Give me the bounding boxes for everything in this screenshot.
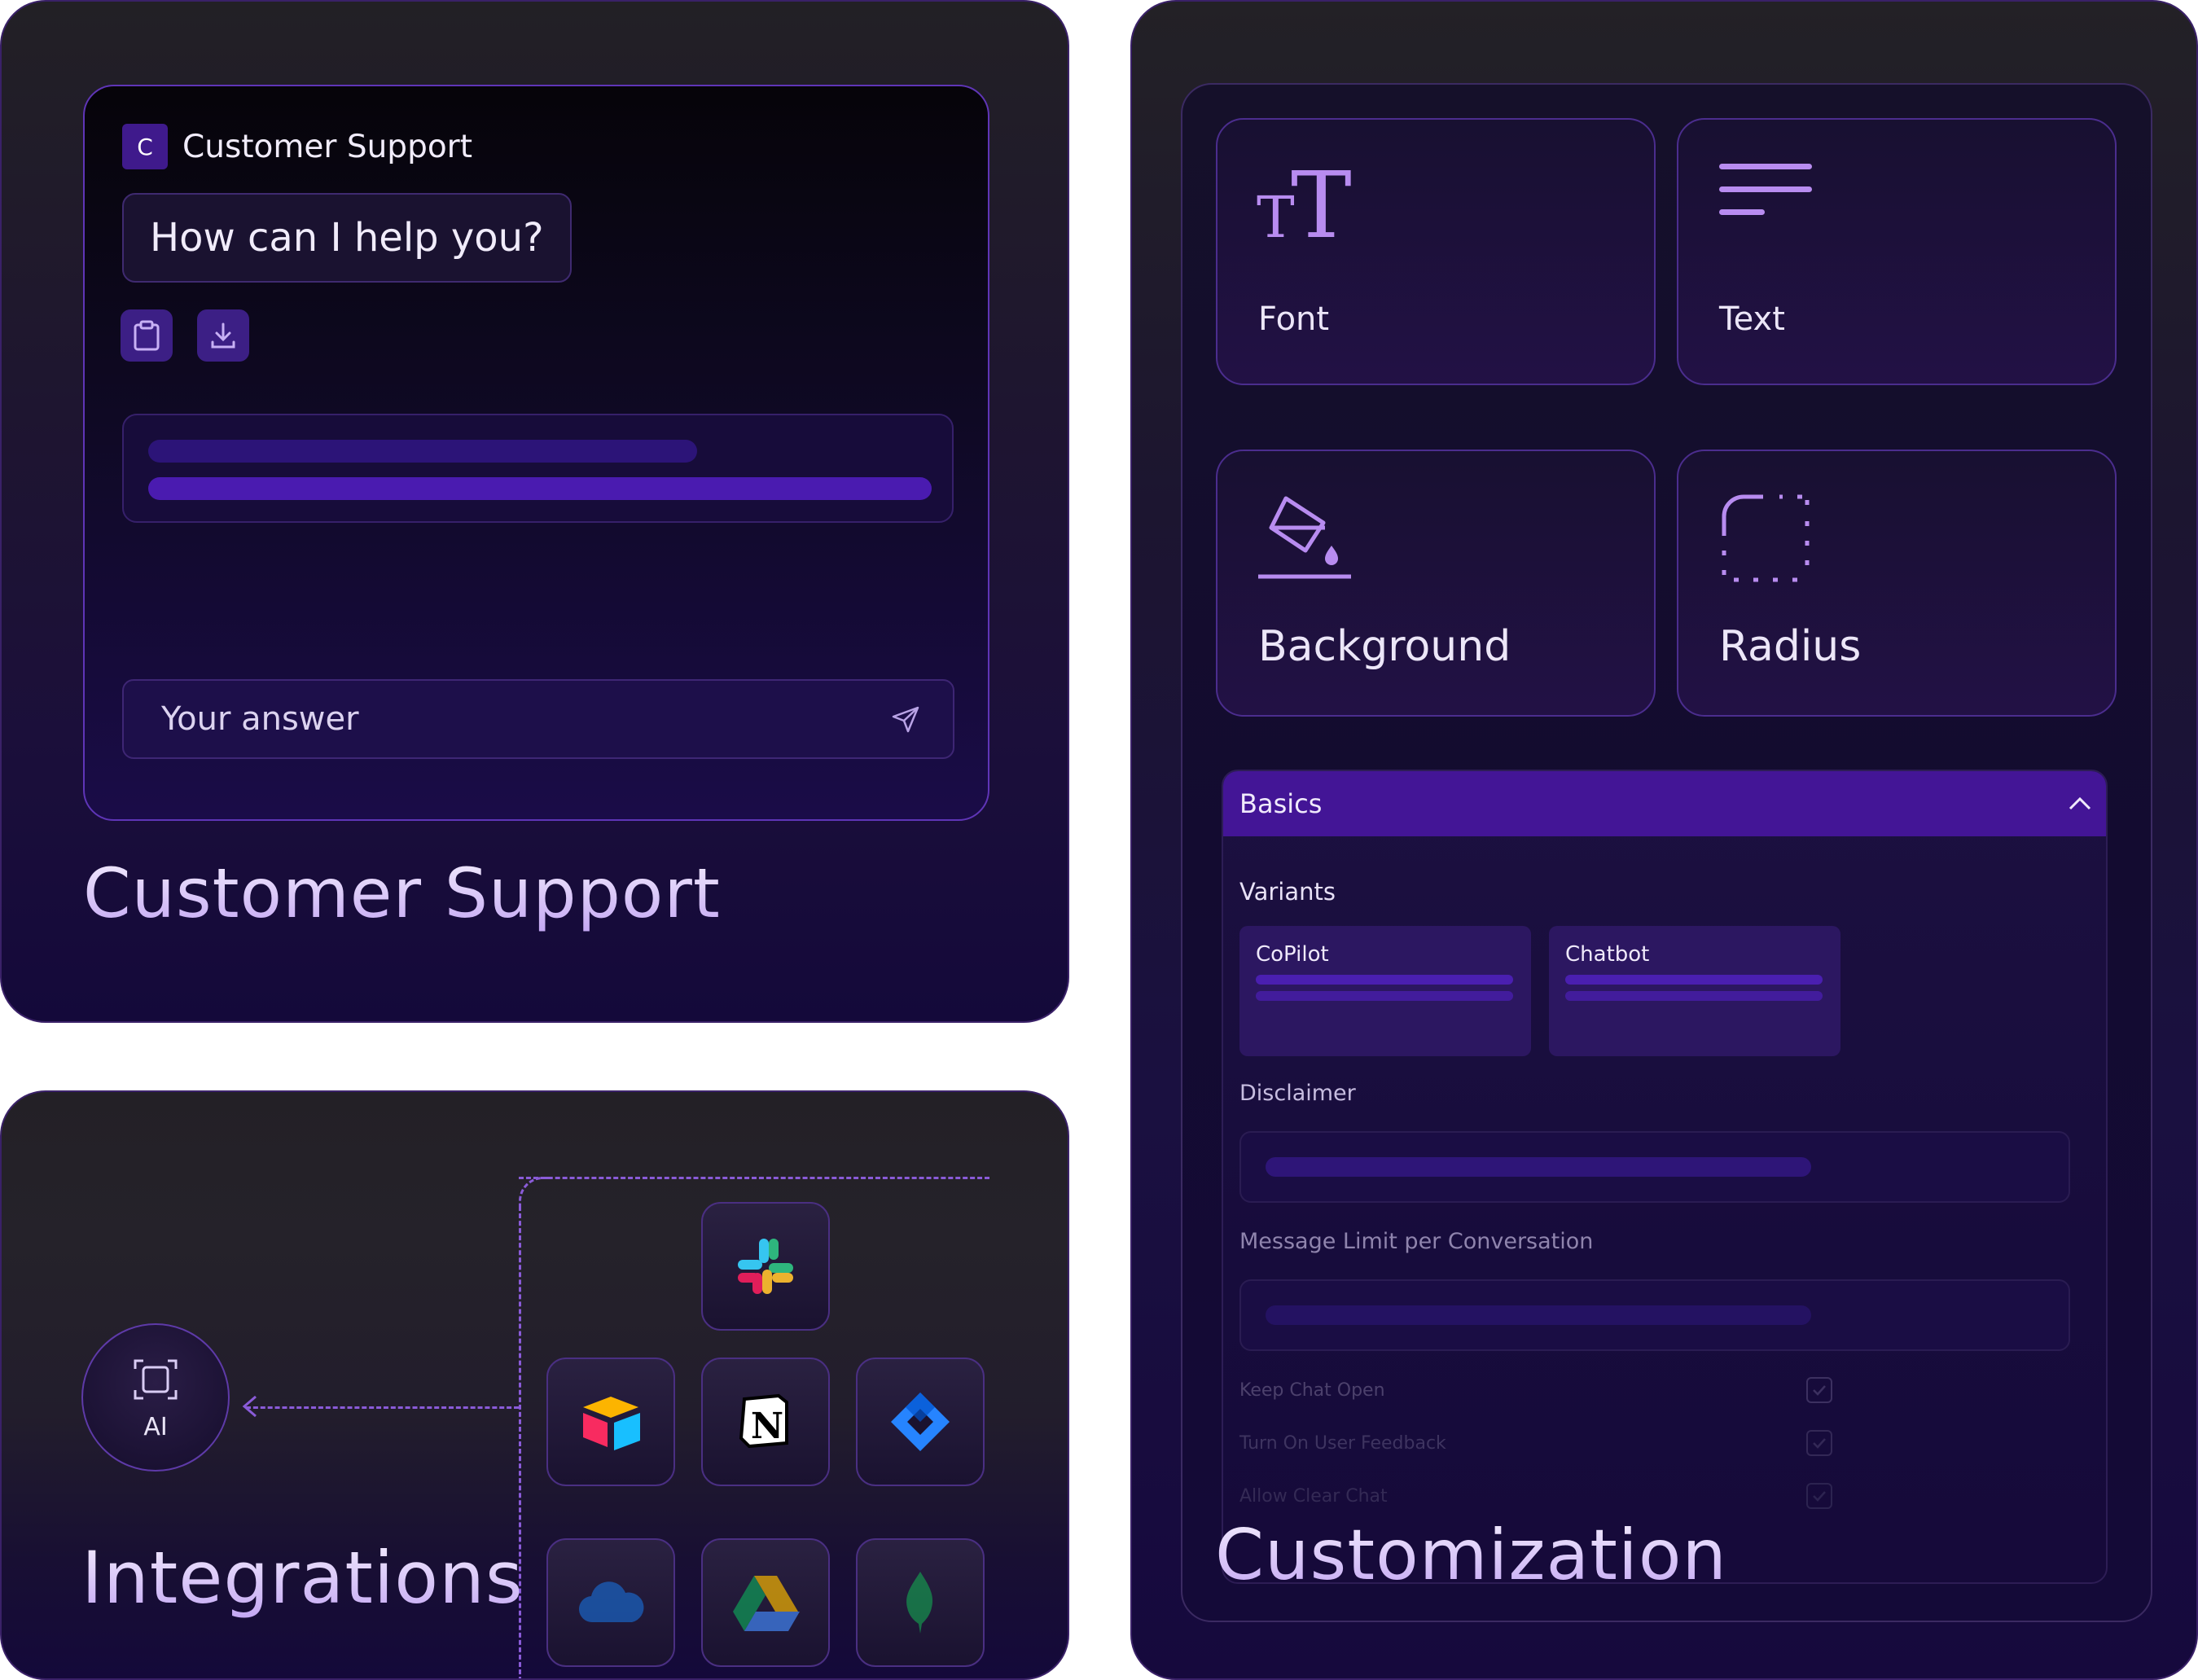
variant-skeleton-bar (1256, 991, 1513, 1001)
mongodb-tile[interactable] (856, 1538, 985, 1667)
chat-widget: C Customer Support How can I help you? Y… (83, 85, 989, 821)
panel-title: Integrations (81, 1536, 524, 1620)
variant-label: Chatbot (1565, 942, 1650, 967)
copy-button[interactable] (121, 309, 173, 362)
svg-text:N: N (751, 1406, 783, 1447)
panel-title: Customization (1215, 1515, 1727, 1596)
basics-header[interactable]: Basics (1223, 771, 2106, 836)
variant-chatbot[interactable]: Chatbot (1549, 926, 1840, 1056)
font-option[interactable]: T T Font (1216, 118, 1656, 385)
panel-title: Customer Support (83, 853, 721, 933)
message-limit-field[interactable] (1239, 1279, 2070, 1351)
basics-title: Basics (1239, 788, 1323, 819)
text-label: Text (1719, 300, 1785, 338)
message-placeholder (122, 414, 954, 523)
checkbox-label: Keep Chat Open (1239, 1380, 1385, 1401)
slack-tile[interactable] (701, 1202, 830, 1331)
font-size-icon: T T (1257, 159, 1352, 240)
svg-text:T: T (1257, 184, 1295, 240)
ai-node: AI (81, 1323, 230, 1472)
connector-corner (519, 1177, 551, 1209)
notion-icon: N (739, 1393, 788, 1449)
message-limit-label: Message Limit per Conversation (1239, 1229, 1594, 1254)
radius-option[interactable]: Radius (1677, 450, 2117, 717)
check-icon (1813, 1385, 1826, 1396)
ai-label: AI (143, 1412, 168, 1441)
notion-tile[interactable]: N (701, 1358, 830, 1486)
keep-chat-open-checkbox[interactable] (1806, 1377, 1832, 1403)
customer-support-card: C Customer Support How can I help you? Y… (0, 0, 1069, 1023)
user-feedback-checkbox[interactable] (1806, 1430, 1832, 1456)
connector-line (519, 1177, 989, 1179)
radius-label: Radius (1719, 622, 1862, 671)
chip-icon (134, 1359, 178, 1399)
onedrive-icon (578, 1581, 644, 1623)
download-icon (211, 322, 235, 349)
text-option[interactable]: Text (1677, 118, 2117, 385)
variant-label: CoPilot (1256, 942, 1329, 967)
jira-icon (891, 1393, 950, 1451)
google-drive-icon (733, 1576, 800, 1631)
clipboard-icon (134, 320, 160, 351)
text-align-icon (1719, 164, 1812, 215)
variant-skeleton-bar (1256, 975, 1513, 985)
check-icon (1813, 1438, 1826, 1449)
background-label: Background (1258, 622, 1511, 671)
field-skeleton-bar (1266, 1305, 1811, 1325)
disclaimer-label: Disclaimer (1239, 1081, 1356, 1106)
paint-bucket-icon (1258, 496, 1351, 579)
onedrive-tile[interactable] (546, 1538, 675, 1667)
google-drive-tile[interactable] (701, 1538, 830, 1667)
chat-title: Customer Support (182, 128, 473, 165)
corner-radius-icon (1722, 494, 1810, 582)
send-icon[interactable] (891, 705, 920, 735)
mongodb-icon (906, 1572, 933, 1634)
chat-logo: C (122, 124, 168, 169)
arrow-left-icon (242, 1395, 257, 1418)
text-skeleton-bar (148, 477, 932, 500)
download-button[interactable] (197, 309, 249, 362)
variant-copilot[interactable]: CoPilot (1239, 926, 1531, 1056)
slack-icon (738, 1239, 793, 1294)
customization-card: T T Font Text Background Radius Basics V… (1130, 0, 2198, 1680)
field-skeleton-bar (1266, 1157, 1811, 1177)
disclaimer-field[interactable] (1239, 1131, 2070, 1203)
connector-line (246, 1406, 519, 1409)
airtable-icon (583, 1397, 640, 1450)
variants-label: Variants (1239, 878, 1336, 906)
checkbox-label: Allow Clear Chat (1239, 1486, 1388, 1507)
allow-clear-chat-checkbox[interactable] (1806, 1483, 1832, 1509)
variant-skeleton-bar (1565, 991, 1823, 1001)
answer-input[interactable]: Your answer (122, 679, 954, 759)
background-option[interactable]: Background (1216, 450, 1656, 717)
checkbox-label: Turn On User Feedback (1239, 1433, 1446, 1454)
text-skeleton-bar (148, 440, 697, 463)
answer-placeholder: Your answer (161, 700, 359, 738)
jira-tile[interactable] (856, 1358, 985, 1486)
check-icon (1813, 1491, 1826, 1502)
chat-header: C Customer Support (122, 124, 472, 169)
airtable-tile[interactable] (546, 1358, 675, 1486)
font-label: Font (1258, 300, 1330, 338)
basics-section: Basics Variants CoPilot Chatbot Disclaim… (1222, 770, 2108, 1584)
variant-skeleton-bar (1565, 975, 1823, 985)
svg-text:T: T (1291, 159, 1352, 240)
greeting-bubble: How can I help you? (122, 193, 572, 283)
chevron-up-icon[interactable] (2067, 792, 2093, 815)
